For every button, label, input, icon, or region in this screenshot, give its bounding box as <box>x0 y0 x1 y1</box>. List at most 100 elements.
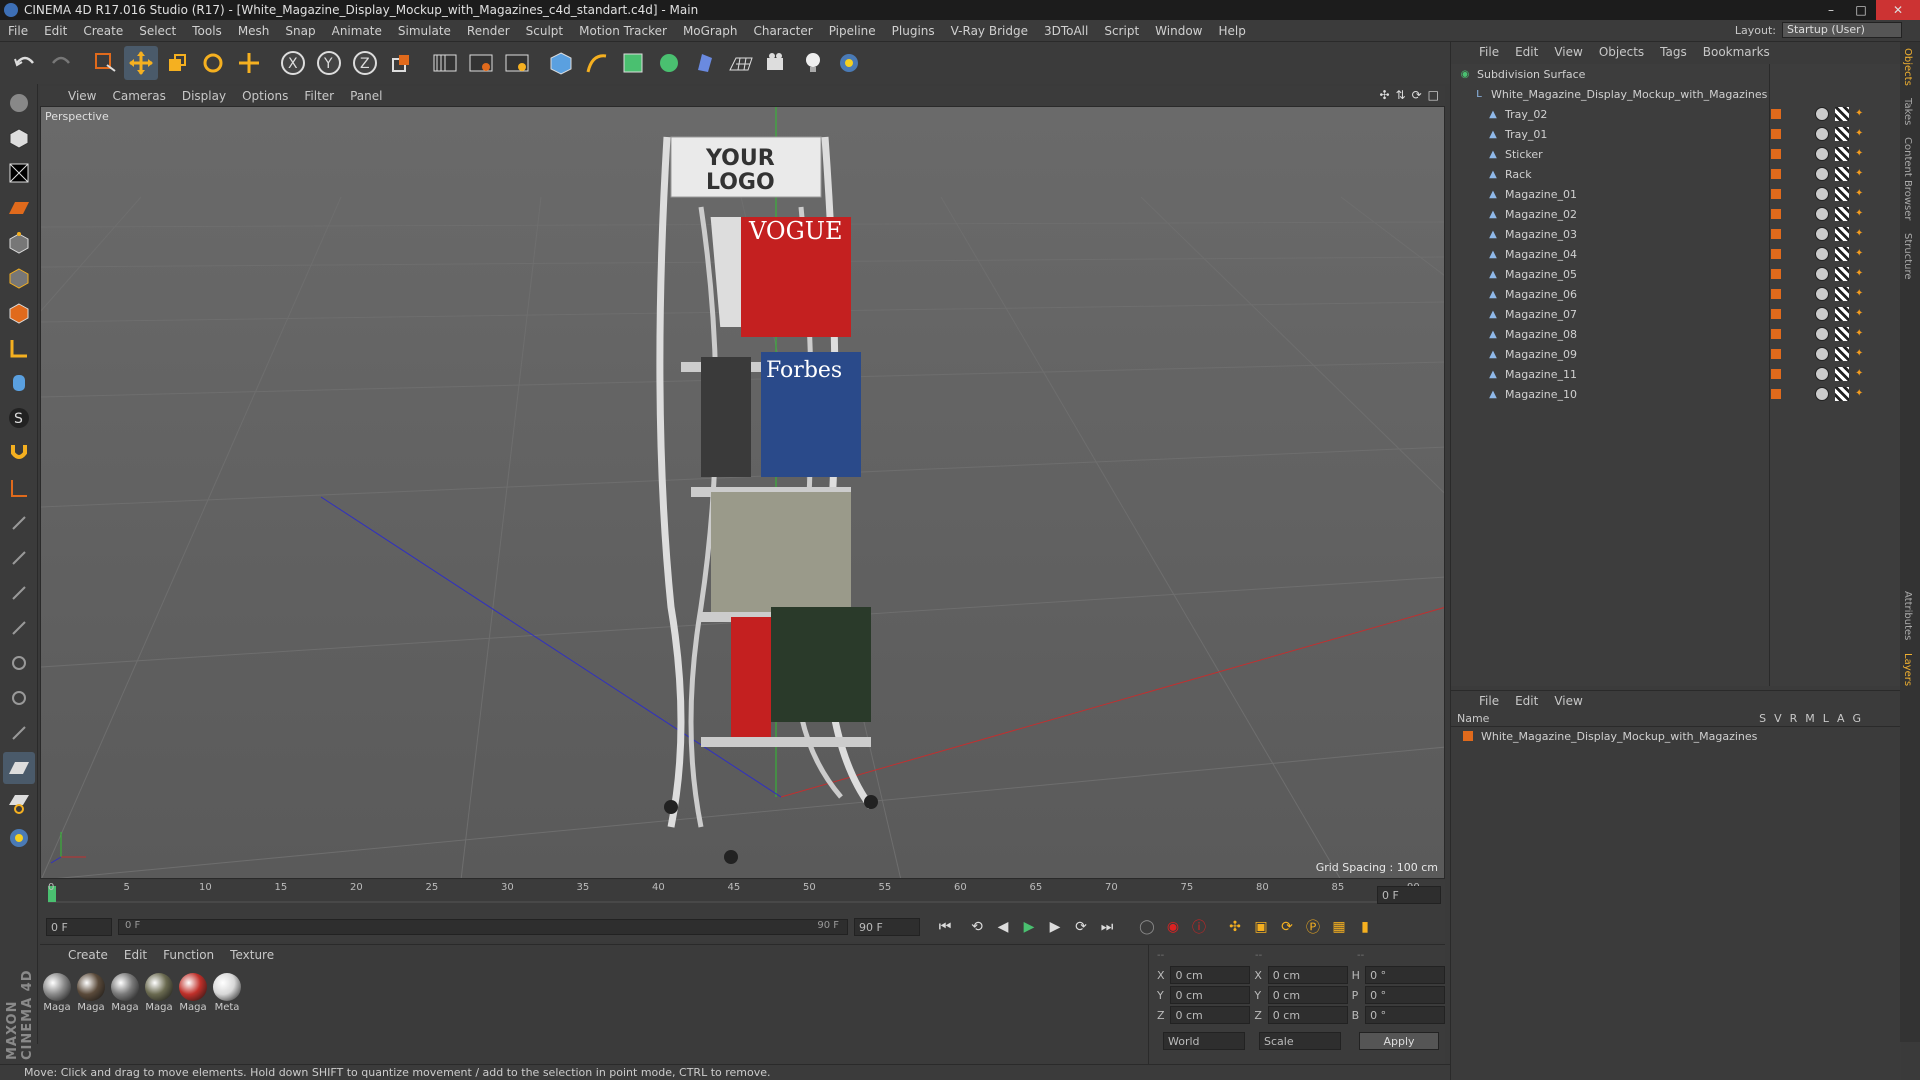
phong-tag-icon[interactable]: ✦ <box>1855 108 1867 120</box>
menu-help[interactable]: Help <box>1210 24 1253 38</box>
object-row[interactable]: ▲ Sticker ✦ <box>1451 144 1901 164</box>
phong-tag-icon[interactable]: ✦ <box>1855 248 1867 260</box>
preview-range-slider[interactable]: 0 F 90 F <box>118 919 848 935</box>
object-row[interactable]: ▲ Magazine_05 ✦ <box>1451 264 1901 284</box>
material-tag-icon[interactable] <box>1815 107 1829 121</box>
timeline-ruler[interactable]: 051015202530354045505560657075808590 0 F <box>40 880 1445 912</box>
material-tag-icon[interactable] <box>1815 167 1829 181</box>
uvw-tag-icon[interactable] <box>1835 307 1849 321</box>
object-row[interactable]: ▲ Tray_02 ✦ <box>1451 104 1901 124</box>
apply-button[interactable]: Apply <box>1359 1032 1439 1050</box>
coord-space-select[interactable]: World <box>1163 1032 1245 1050</box>
material-tag-icon[interactable] <box>1815 247 1829 261</box>
uvw-tag-icon[interactable] <box>1835 267 1849 281</box>
minimize-button[interactable]: – <box>1816 0 1846 20</box>
material-swatch[interactable]: Maga <box>110 973 140 1013</box>
objects-menu-tags[interactable]: Tags <box>1652 45 1695 59</box>
objects-menu-bookmarks[interactable]: Bookmarks <box>1695 45 1778 59</box>
object-row[interactable]: ▲ Rack ✦ <box>1451 164 1901 184</box>
uvw-tag-icon[interactable] <box>1835 327 1849 341</box>
uvw-tag-icon[interactable] <box>1835 227 1849 241</box>
perspective-viewport[interactable]: YOUR LOGO VOGUE Forbes Perspective Grid … <box>40 106 1445 879</box>
coord-size-field[interactable]: 0 cm <box>1267 966 1348 984</box>
object-row[interactable]: ▲ Magazine_06 ✦ <box>1451 284 1901 304</box>
cloner-icon[interactable] <box>652 46 686 80</box>
phong-tag-icon[interactable]: ✦ <box>1855 328 1867 340</box>
menu-mesh[interactable]: Mesh <box>230 24 278 38</box>
magnet-icon[interactable] <box>3 437 35 469</box>
undo-icon[interactable] <box>8 46 42 80</box>
layer-color-dot[interactable] <box>1771 209 1781 219</box>
phong-tag-icon[interactable]: ✦ <box>1855 348 1867 360</box>
viewport-menu-view[interactable]: View <box>60 89 104 103</box>
pen-tool-icon[interactable] <box>3 542 35 574</box>
menu-script[interactable]: Script <box>1096 24 1147 38</box>
key-position-icon[interactable]: ✣ <box>1222 915 1248 939</box>
material-tag-icon[interactable] <box>1815 207 1829 221</box>
phong-tag-icon[interactable]: ✦ <box>1855 208 1867 220</box>
physical-snap-icon[interactable] <box>3 787 35 819</box>
goto-prev-key-icon[interactable]: ⟲ <box>964 915 990 939</box>
coord-rotation-field[interactable]: 0 ° <box>1365 986 1445 1004</box>
menu-mograph[interactable]: MoGraph <box>675 24 746 38</box>
uvw-tag-icon[interactable] <box>1835 207 1849 221</box>
phong-tag-icon[interactable]: ✦ <box>1855 148 1867 160</box>
autokey-icon[interactable]: ◉ <box>1160 915 1186 939</box>
phong-tag-icon[interactable]: ✦ <box>1855 168 1867 180</box>
material-swatch[interactable]: Maga <box>76 973 106 1013</box>
viewport-zoom-icon[interactable]: ⇅ <box>1396 88 1406 102</box>
layer-color-dot[interactable] <box>1771 329 1781 339</box>
z-axis-lock-icon[interactable]: Z <box>348 46 382 80</box>
record-keys-icon[interactable]: ◯ <box>1134 915 1160 939</box>
texture-mode-icon[interactable] <box>3 157 35 189</box>
tweak-mode-icon[interactable] <box>3 367 35 399</box>
viewport-menu-panel[interactable]: Panel <box>342 89 390 103</box>
layer-color-dot[interactable] <box>1771 189 1781 199</box>
key-scale-icon[interactable]: ▣ <box>1248 915 1274 939</box>
menu-snap[interactable]: Snap <box>277 24 323 38</box>
material-tag-icon[interactable] <box>1815 267 1829 281</box>
polygons-mode-icon[interactable] <box>3 297 35 329</box>
layout-select[interactable]: Startup (User) <box>1782 22 1902 38</box>
move-icon[interactable] <box>124 46 158 80</box>
camera-icon[interactable] <box>760 46 794 80</box>
uvw-tag-icon[interactable] <box>1835 107 1849 121</box>
layers-menu-file[interactable]: File <box>1471 694 1507 708</box>
phong-tag-icon[interactable]: ✦ <box>1855 368 1867 380</box>
key-pla-icon[interactable]: ▦ <box>1326 915 1352 939</box>
coord-position-field[interactable]: 0 cm <box>1170 986 1251 1004</box>
play-icon[interactable]: ▶ <box>1016 915 1042 939</box>
menu-select[interactable]: Select <box>131 24 184 38</box>
maximize-button[interactable]: □ <box>1846 0 1876 20</box>
material-swatch[interactable]: Maga <box>178 973 208 1013</box>
material-tag-icon[interactable] <box>1815 367 1829 381</box>
floor-icon[interactable] <box>724 46 758 80</box>
material-tag-icon[interactable] <box>1815 147 1829 161</box>
coord-scale-select[interactable]: Scale <box>1259 1032 1341 1050</box>
object-row[interactable]: ▲ Magazine_02 ✦ <box>1451 204 1901 224</box>
scale-icon[interactable] <box>160 46 194 80</box>
x-axis-lock-icon[interactable]: X <box>276 46 310 80</box>
current-frame-field[interactable]: 0 F <box>1377 886 1441 904</box>
material-tag-icon[interactable] <box>1815 307 1829 321</box>
phong-tag-icon[interactable]: ✦ <box>1855 288 1867 300</box>
uvw-tag-icon[interactable] <box>1835 147 1849 161</box>
coord-size-field[interactable]: 0 cm <box>1267 986 1348 1004</box>
phong-tag-icon[interactable]: ✦ <box>1855 188 1867 200</box>
render-settings-icon[interactable] <box>500 46 534 80</box>
viewport-menu-options[interactable]: Options <box>234 89 296 103</box>
menu-3dtoall[interactable]: 3DToAll <box>1036 24 1096 38</box>
coord-rotation-field[interactable]: 0 ° <box>1365 966 1445 984</box>
menu-window[interactable]: Window <box>1147 24 1210 38</box>
menu-render[interactable]: Render <box>459 24 518 38</box>
phong-tag-icon[interactable]: ✦ <box>1855 128 1867 140</box>
uvw-tag-icon[interactable] <box>1835 127 1849 141</box>
grid-snap-icon[interactable] <box>3 752 35 784</box>
loop-tool-icon[interactable] <box>3 682 35 714</box>
layer-color-dot[interactable] <box>1771 369 1781 379</box>
object-row[interactable]: ▲ Magazine_07 ✦ <box>1451 304 1901 324</box>
viewport-pan-icon[interactable]: ✣ <box>1379 88 1389 102</box>
layers-menu-edit[interactable]: Edit <box>1507 694 1546 708</box>
workplane-axis-icon[interactable] <box>3 472 35 504</box>
tab-structure[interactable]: Structure <box>1900 227 1915 286</box>
